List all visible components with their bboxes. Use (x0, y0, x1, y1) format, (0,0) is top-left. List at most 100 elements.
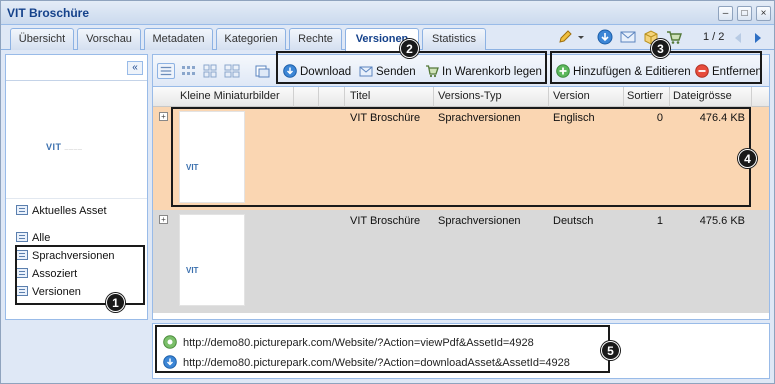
close-button[interactable]: × (756, 6, 771, 21)
table-row[interactable]: + VIT VIT Broschüre Sprachversionen Engl… (153, 107, 769, 210)
links-panel: http://demo80.picturepark.com/Website/?A… (152, 323, 770, 379)
list-icon (16, 286, 28, 296)
nav-item-label: Versionen (32, 286, 81, 298)
add-edit-label: Hinzufügen & Editieren (573, 66, 691, 78)
column-header-version[interactable]: Version (553, 90, 623, 102)
window-title: VIT Broschüre (7, 6, 90, 20)
thumbnail-logo: VIT (186, 266, 199, 275)
cell-title: VIT Broschüre (350, 215, 421, 227)
mail-icon (359, 66, 373, 77)
download-asset-url: http://demo80.picturepark.com/Website/?A… (183, 357, 570, 369)
download-asset-link[interactable]: http://demo80.picturepark.com/Website/?A… (163, 355, 570, 369)
tab-statistics[interactable]: Statistics (422, 28, 486, 50)
list-icon (16, 205, 28, 215)
cell-version: Englisch (553, 112, 595, 124)
nav-item-label: Sprachversionen (32, 250, 115, 262)
download-icon (283, 64, 297, 78)
download-button[interactable]: Download (283, 64, 351, 78)
column-separator (293, 87, 294, 107)
thumbnail-logo: VIT (186, 163, 199, 172)
add-edit-button[interactable]: Hinzufügen & Editieren (556, 64, 691, 78)
add-icon (556, 64, 570, 78)
view-pdf-url: http://demo80.picturepark.com/Website/?A… (183, 337, 534, 349)
callout-badge-5: 5 (601, 341, 620, 360)
column-separator (548, 87, 549, 107)
column-separator (344, 87, 345, 107)
view-small-grid-icon[interactable] (179, 63, 197, 79)
expand-row-button[interactable]: + (159, 112, 168, 121)
column-separator (669, 87, 670, 107)
nav-item-label: Assoziert (32, 268, 78, 280)
nav-item-sprachversionen[interactable]: Sprachversionen (16, 250, 115, 266)
add-to-cart-label: In Warenkorb legen (442, 66, 542, 78)
maximize-button[interactable]: □ (737, 6, 752, 21)
cell-version-type: Sprachversionen (438, 112, 521, 124)
column-separator (751, 87, 752, 107)
download-button-label: Download (300, 66, 352, 78)
pencil-icon[interactable] (557, 29, 573, 45)
nav-item-label: Aktuelles Asset (32, 205, 107, 217)
callout-badge-3: 3 (651, 39, 670, 58)
arrow-right-icon[interactable] (752, 30, 764, 46)
dropdown-arrow-icon[interactable] (576, 29, 586, 45)
view-list-icon[interactable] (157, 63, 175, 79)
arrow-left-icon[interactable] (732, 30, 744, 46)
remove-label: Entfernen (712, 66, 762, 78)
cell-version: Deutsch (553, 215, 594, 227)
callout-badge-1: 1 (106, 293, 125, 312)
tab-vorschau[interactable]: Vorschau (77, 28, 141, 50)
send-button-label: Senden (376, 66, 416, 78)
panel-divider (6, 80, 147, 81)
version-thumbnail: VIT (179, 111, 245, 203)
left-panel: « VIT ———— Aktuelles Asset Alle Sprachver… (5, 54, 148, 320)
nav-item-versionen[interactable]: Versionen (16, 286, 81, 302)
nav-item-aktuelles-asset[interactable]: Aktuelles Asset (16, 205, 107, 221)
cell-sort: 0 (656, 112, 663, 124)
tab-rechte[interactable]: Rechte (289, 28, 342, 50)
table-row[interactable]: + VIT VIT Broschüre Sprachversionen Deut… (153, 210, 769, 313)
tab-uebersicht[interactable]: Übersicht (10, 28, 74, 50)
cell-sort: 1 (656, 215, 663, 227)
tab-metadaten[interactable]: Metadaten (144, 28, 213, 50)
asset-thumbnail: VIT ———— (46, 142, 83, 152)
nav-item-label: Alle (32, 232, 51, 244)
panel-divider-2 (6, 198, 147, 199)
list-icon (16, 268, 28, 278)
download-icon (163, 355, 177, 369)
view-large-grid-icon[interactable] (223, 63, 241, 79)
column-header-sortierung[interactable]: Sortierr (627, 90, 669, 102)
column-header-thumbnails[interactable]: Kleine Miniaturbilder (180, 90, 290, 102)
mail-icon[interactable] (620, 29, 636, 45)
column-separator (318, 87, 319, 107)
callout-badge-2: 2 (400, 39, 419, 58)
column-header-dateigroesse[interactable]: Dateigrösse (673, 90, 753, 102)
list-icon (16, 250, 28, 260)
cart-icon (426, 65, 439, 78)
tab-kategorien[interactable]: Kategorien (216, 28, 286, 50)
column-header-titel[interactable]: Titel (350, 90, 430, 102)
asset-window: VIT Broschüre – □ × Übersicht Vorschau M… (0, 0, 775, 384)
nav-item-alle[interactable]: Alle (16, 232, 50, 248)
select-all-icon[interactable] (253, 63, 271, 79)
nav-item-assoziert[interactable]: Assoziert (16, 268, 77, 284)
column-header-versions-typ[interactable]: Versions-Typ (438, 90, 548, 102)
cell-file-size: 476.4 KB (699, 112, 745, 124)
add-to-cart-button[interactable]: In Warenkorb legen (425, 64, 542, 78)
versions-panel: Download Senden In Warenkorb legen Hinzu… (152, 54, 770, 320)
grid-header: Kleine Miniaturbilder Titel Versions-Typ… (153, 87, 769, 107)
cell-version-type: Sprachversionen (438, 215, 521, 227)
callout-badge-4: 4 (738, 149, 757, 168)
cell-file-size: 475.6 KB (699, 215, 745, 227)
view-medium-grid-icon[interactable] (201, 63, 219, 79)
versions-toolbar: Download Senden In Warenkorb legen Hinzu… (153, 55, 769, 87)
collapse-panel-button[interactable]: « (127, 61, 143, 75)
send-button[interactable]: Senden (359, 64, 416, 78)
view-pdf-link[interactable]: http://demo80.picturepark.com/Website/?A… (163, 335, 534, 349)
expand-row-button[interactable]: + (159, 215, 168, 224)
minimize-button[interactable]: – (718, 6, 733, 21)
view-pdf-icon (163, 335, 177, 349)
window-titlebar: VIT Broschüre – □ × (1, 1, 774, 25)
column-separator (433, 87, 434, 107)
download-icon[interactable] (597, 29, 613, 45)
remove-button[interactable]: Entfernen (695, 64, 762, 78)
